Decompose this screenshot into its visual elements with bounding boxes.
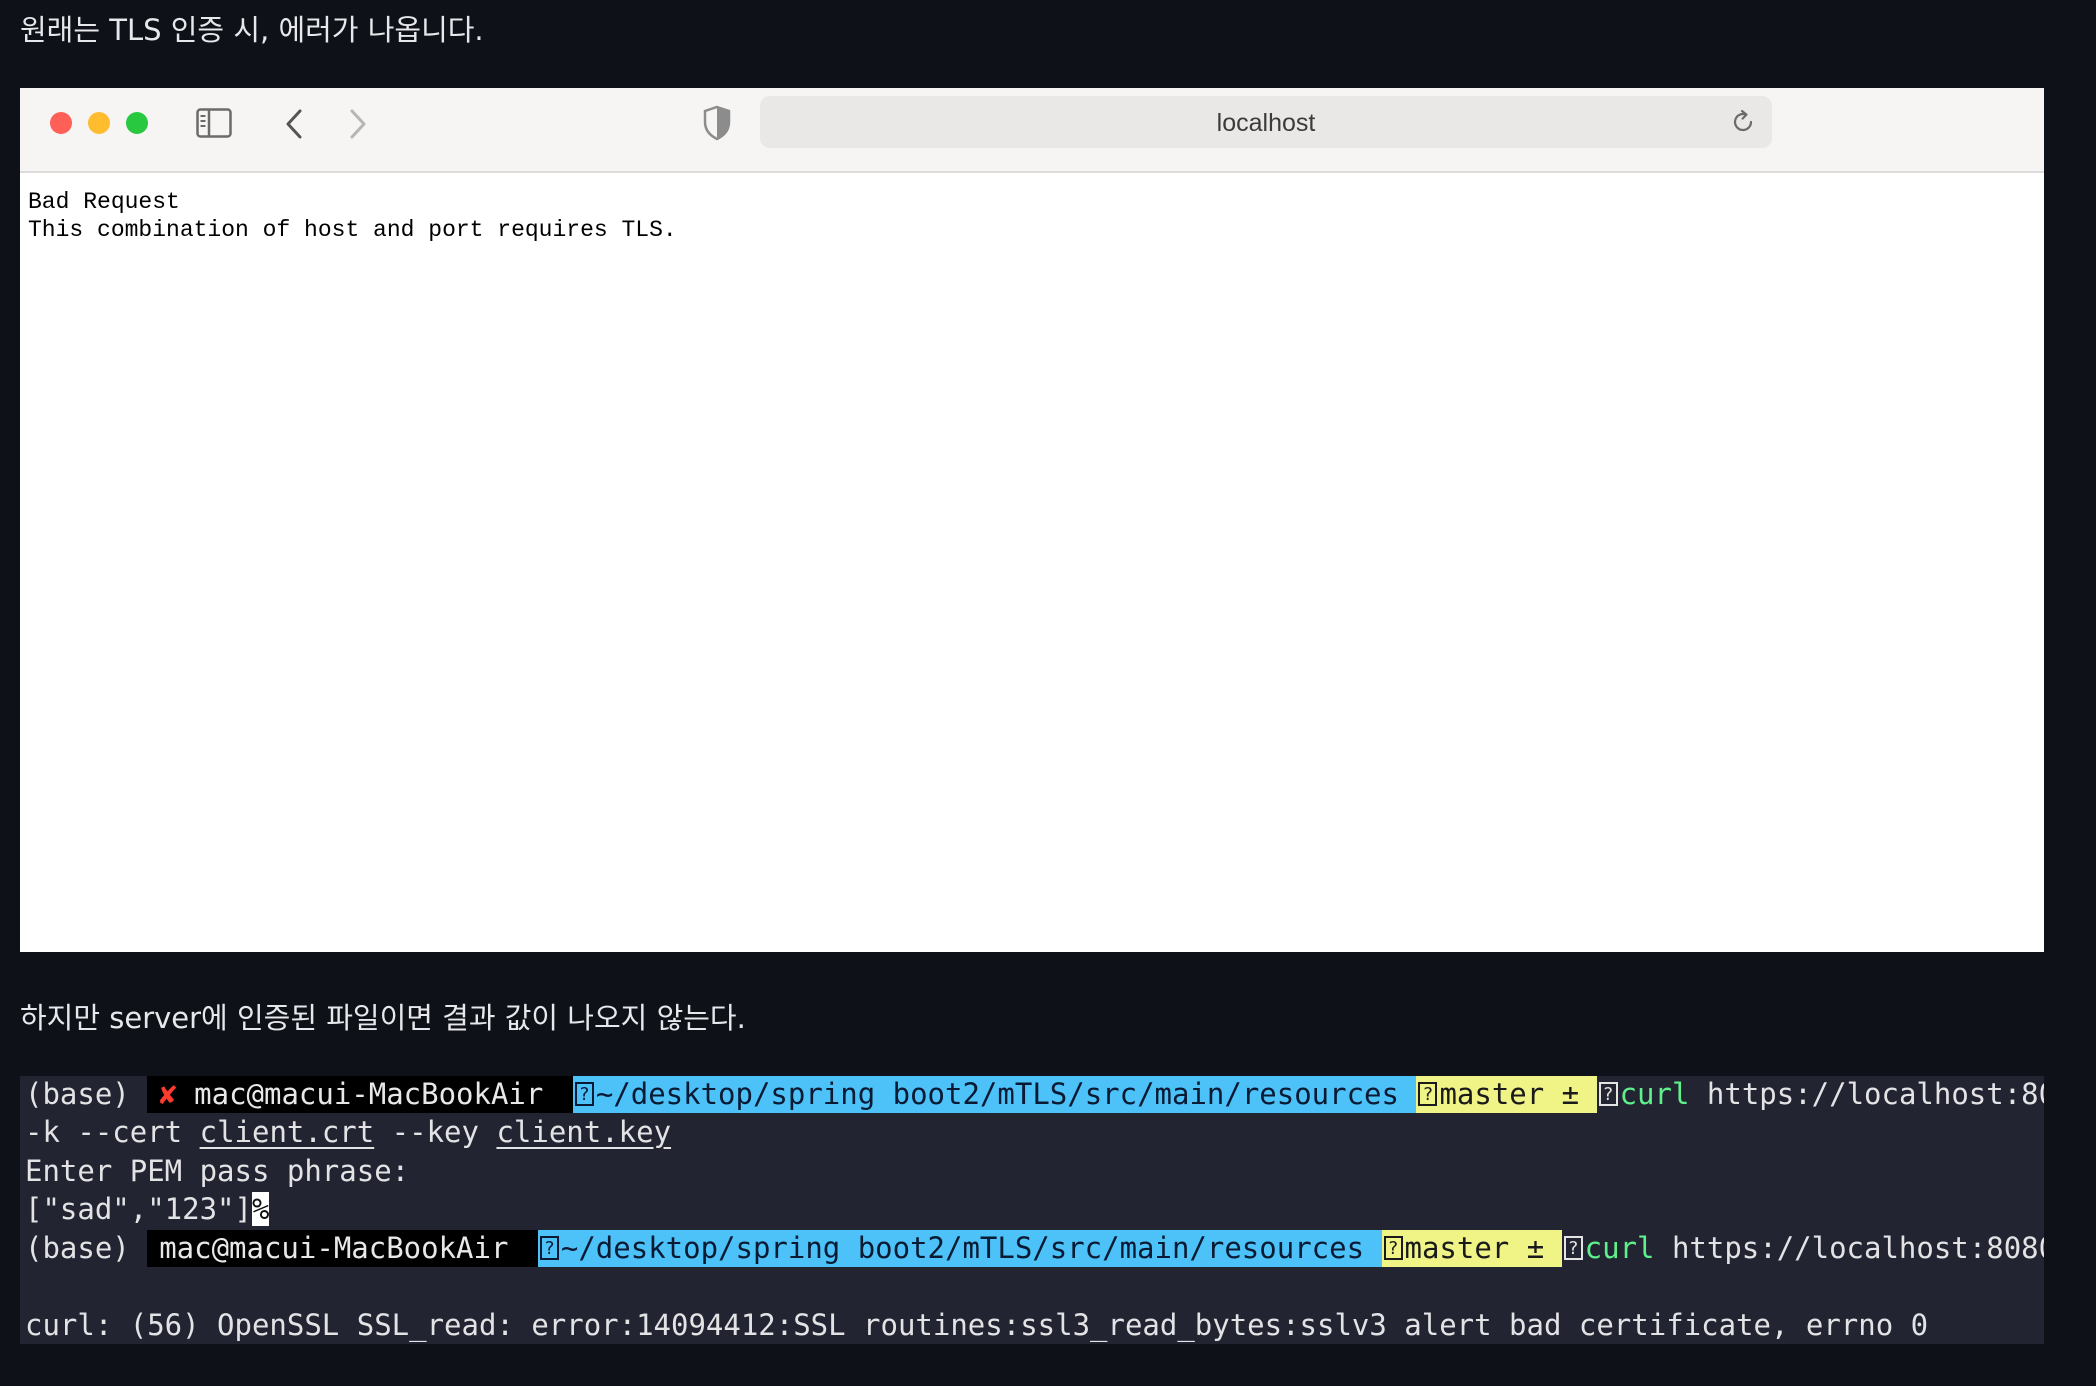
minimize-window-button[interactable] (88, 112, 110, 134)
command-args-mid: --key (374, 1115, 497, 1149)
prompt-branch: master ± (1439, 1077, 1580, 1111)
prompt-git-segment: ? master ± (1416, 1076, 1597, 1113)
powerline-glyph-icon: ? (1563, 1236, 1583, 1260)
close-window-button[interactable] (50, 112, 72, 134)
powerline-glyph-icon: ? (1598, 1082, 1618, 1106)
terminal-window[interactable]: (base) ✘ mac@macui-MacBookAir ? ~/desktop… (20, 1076, 2044, 1344)
terminal-line: Enter PEM pass phrase: (25, 1154, 410, 1188)
prompt-path-segment: ? ~/desktop/spring boot2/mTLS/src/main/re… (572, 1076, 1417, 1113)
browser-window: localhost Bad Request This combination o… (20, 88, 2044, 952)
error-title: Bad Request (28, 189, 180, 215)
browser-toolbar: localhost (20, 88, 2044, 173)
zoom-window-button[interactable] (126, 112, 148, 134)
url-text: localhost (1216, 109, 1316, 137)
curl-error-output: curl: (56) OpenSSL SSL_read: error:14094… (25, 1308, 1929, 1342)
terminal-prompt-line: (base) ✘ mac@macui-MacBookAir ? ~/desktop… (25, 1076, 2044, 1113)
prompt-user: mac@macui-MacBookAir (159, 1231, 509, 1265)
sidebar-toggle-icon[interactable] (196, 108, 232, 138)
cert-file-path[interactable]: client.crt (200, 1115, 375, 1149)
prompt-path-segment: ? ~/desktop/spring boot2/mTLS/src/main/re… (537, 1230, 1382, 1267)
powerline-glyph-icon: ? (574, 1082, 594, 1106)
second-paragraph: 하지만 server에 인증된 파일이면 결과 값이 나오지 않는다. (20, 1001, 746, 1035)
page-content: Bad Request This combination of host and… (20, 173, 2044, 952)
intro-paragraph: 원래는 TLS 인증 시, 에러가 나옵니다. (20, 13, 484, 47)
terminal-line: ["sad","123"]% (25, 1191, 270, 1228)
error-message: This combination of host and port requir… (28, 217, 677, 243)
git-branch-icon: ? (1383, 1236, 1403, 1260)
forward-arrow-icon[interactable] (346, 106, 370, 142)
key-file-path[interactable]: client.key (496, 1115, 671, 1149)
terminal-cursor: % (251, 1192, 270, 1226)
prompt-user-segment: ✘ mac@macui-MacBookAir (147, 1076, 573, 1113)
terminal-prompt-line: (base) mac@macui-MacBookAir ? ~/desktop/s… (25, 1230, 2044, 1267)
prompt-path: ~/desktop/spring boot2/mTLS/src/main/res… (595, 1077, 1399, 1111)
back-arrow-icon[interactable] (282, 106, 306, 142)
terminal-line: -k --cert client.crt --key client.key (25, 1114, 671, 1151)
privacy-shield-icon[interactable] (702, 105, 732, 141)
command-name: curl (1619, 1077, 1690, 1111)
powerline-glyph-icon: ? (539, 1236, 559, 1260)
error-status-icon: ✘ (159, 1077, 177, 1111)
reload-icon[interactable] (1730, 109, 1756, 135)
conda-env-label: (base) (25, 1077, 148, 1111)
prompt-path: ~/desktop/spring boot2/mTLS/src/main/res… (560, 1231, 1365, 1265)
git-branch-icon: ? (1418, 1082, 1438, 1106)
address-bar[interactable]: localhost (760, 96, 1772, 148)
prompt-user-segment: mac@macui-MacBookAir (147, 1230, 538, 1267)
prompt-branch: master ± (1404, 1231, 1545, 1265)
prompt-user: mac@macui-MacBookAir (194, 1077, 544, 1111)
prompt-git-segment: ? master ± (1381, 1230, 1562, 1267)
command-output: ["sad","123"] (25, 1192, 252, 1226)
command-name: curl (1584, 1231, 1655, 1265)
command-args: https://localhost:8080/api -k (1671, 1231, 2044, 1265)
command-args-prefix: -k --cert (25, 1115, 200, 1149)
conda-env-label: (base) (25, 1231, 148, 1265)
command-args: https://localhost:8080/api (1706, 1077, 2044, 1111)
